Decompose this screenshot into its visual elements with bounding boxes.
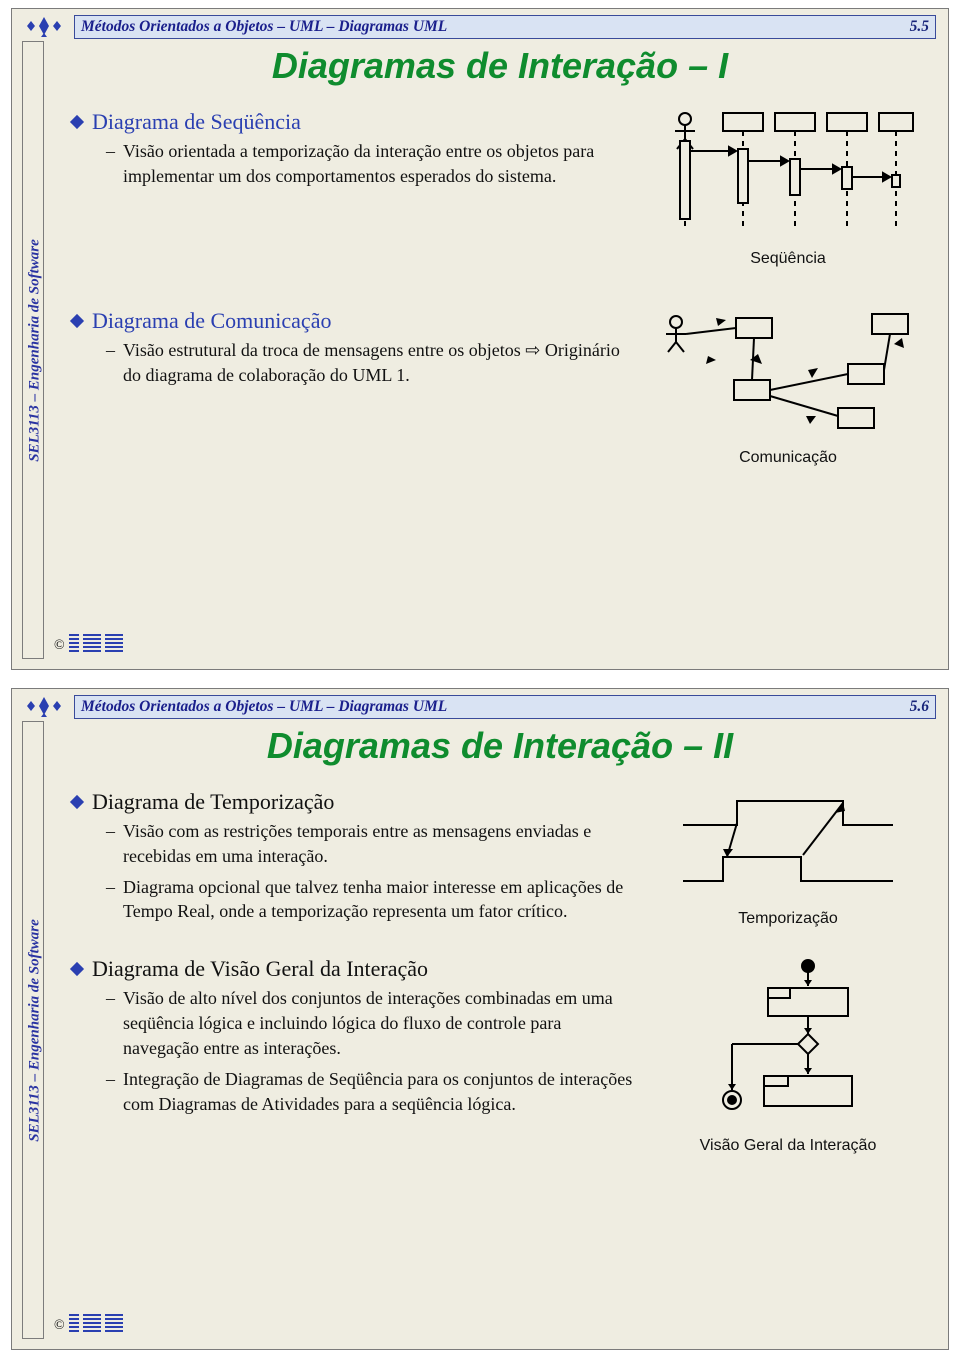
sequence-diagram-icon — [663, 109, 913, 239]
bullet-text: Integração de Diagramas de Seqüência par… — [123, 1067, 636, 1117]
bullet-head: Diagrama de Seqüência — [72, 109, 636, 135]
dash-icon: – — [106, 986, 115, 1011]
section-text: Diagrama de Temporização – Visão com as … — [72, 789, 636, 930]
figure-caption: Visão Geral da Interação — [648, 1137, 928, 1155]
section-text: Diagrama de Seqüência – Visão orientada … — [72, 109, 636, 268]
communication-diagram-icon — [658, 308, 918, 438]
side-bar: SEL3113 – Engenharia de Software — [22, 721, 44, 1339]
diamond-bullet-icon — [70, 795, 84, 809]
bullet-text: Diagrama opcional que talvez tenha maior… — [123, 875, 636, 925]
ibm-logo-icon — [69, 1312, 123, 1339]
dash-icon: – — [106, 875, 115, 900]
bullet-item: – Visão de alto nível dos conjuntos de i… — [106, 986, 636, 1060]
timing-diagram-icon — [683, 789, 893, 899]
bullet-item: – Integração de Diagramas de Seqüência p… — [106, 1067, 636, 1117]
diamond-bullet-icon — [70, 115, 84, 129]
ibm-logo-icon — [69, 632, 123, 659]
dash-icon: – — [106, 338, 115, 363]
diamond-bullet-icon — [70, 962, 84, 976]
dash-icon: – — [106, 819, 115, 844]
header-bar: Métodos Orientados a Objetos – UML – Dia… — [74, 695, 936, 719]
bullet-head: Diagrama de Visão Geral da Interação — [72, 956, 636, 982]
right-arrow-icon: ⇨ — [525, 338, 540, 363]
section-interaction-overview: Diagrama de Visão Geral da Interação – V… — [72, 956, 928, 1155]
figure-interaction-overview: Visão Geral da Interação — [648, 956, 928, 1155]
header-title: Métodos Orientados a Objetos – UML – Dia… — [75, 18, 910, 36]
content-area: Diagrama de Seqüência – Visão orientada … — [72, 109, 928, 625]
bullet-text: Visão orientada a temporização da intera… — [123, 139, 636, 189]
dash-icon: – — [106, 139, 115, 164]
slide-title: Diagramas de Interação – I — [72, 45, 928, 87]
page-number: 5.5 — [910, 18, 935, 36]
figure-caption: Seqüência — [648, 250, 928, 268]
interaction-overview-diagram-icon — [698, 956, 878, 1126]
figure-caption: Temporização — [648, 910, 928, 928]
bullet-item: – Visão com as restrições temporais entr… — [106, 819, 636, 869]
bullet-text: Visão estrutural da troca de mensagens e… — [123, 338, 636, 388]
bullet-head: Diagrama de Temporização — [72, 789, 636, 815]
bullet-item: – Visão orientada a temporização da inte… — [106, 139, 636, 189]
section-heading: Diagrama de Seqüência — [92, 109, 301, 135]
figure-caption: Comunicação — [648, 449, 928, 467]
dash-icon: – — [106, 1067, 115, 1092]
section-text: Diagrama de Visão Geral da Interação – V… — [72, 956, 636, 1155]
bullet-head: Diagrama de Comunicação — [72, 308, 636, 334]
corner-ornament-icon — [22, 15, 66, 37]
bullet-text: Visão com as restrições temporais entre … — [123, 819, 636, 869]
section-heading: Diagrama de Temporização — [92, 789, 334, 815]
section-sequence: Diagrama de Seqüência – Visão orientada … — [72, 109, 928, 268]
section-communication: Diagrama de Comunicação – Visão estrutur… — [72, 308, 928, 467]
bullet-item: – Diagrama opcional que talvez tenha mai… — [106, 875, 636, 925]
figure-sequence: Seqüência — [648, 109, 928, 268]
bullet-text: Visão de alto nível dos conjuntos de int… — [123, 986, 636, 1060]
section-heading: Diagrama de Comunicação — [92, 308, 331, 334]
slide-5-5: Métodos Orientados a Objetos – UML – Dia… — [11, 8, 949, 670]
copyright-symbol: © — [54, 1318, 65, 1334]
header-title: Métodos Orientados a Objetos – UML – Dia… — [75, 698, 910, 716]
footer: © — [54, 632, 123, 659]
figure-timing: Temporização — [648, 789, 928, 930]
side-label: SEL3113 – Engenharia de Software — [27, 851, 44, 1211]
footer: © — [54, 1312, 123, 1339]
bullet-pre: Visão estrutural da troca de mensagens e… — [123, 340, 525, 360]
side-label: SEL3113 – Engenharia de Software — [27, 171, 44, 531]
figure-communication: Comunicação — [648, 308, 928, 467]
side-bar: SEL3113 – Engenharia de Software — [22, 41, 44, 659]
slide-5-6: Métodos Orientados a Objetos – UML – Dia… — [11, 688, 949, 1350]
diamond-bullet-icon — [70, 314, 84, 328]
copyright-symbol: © — [54, 638, 65, 654]
section-text: Diagrama de Comunicação – Visão estrutur… — [72, 308, 636, 467]
bullet-item: – Visão estrutural da troca de mensagens… — [106, 338, 636, 388]
page-number: 5.6 — [910, 698, 935, 716]
section-heading: Diagrama de Visão Geral da Interação — [92, 956, 428, 982]
content-area: Diagrama de Temporização – Visão com as … — [72, 789, 928, 1305]
corner-ornament-icon — [22, 695, 66, 717]
section-timing: Diagrama de Temporização – Visão com as … — [72, 789, 928, 930]
slide-title: Diagramas de Interação – II — [72, 725, 928, 767]
header-bar: Métodos Orientados a Objetos – UML – Dia… — [74, 15, 936, 39]
